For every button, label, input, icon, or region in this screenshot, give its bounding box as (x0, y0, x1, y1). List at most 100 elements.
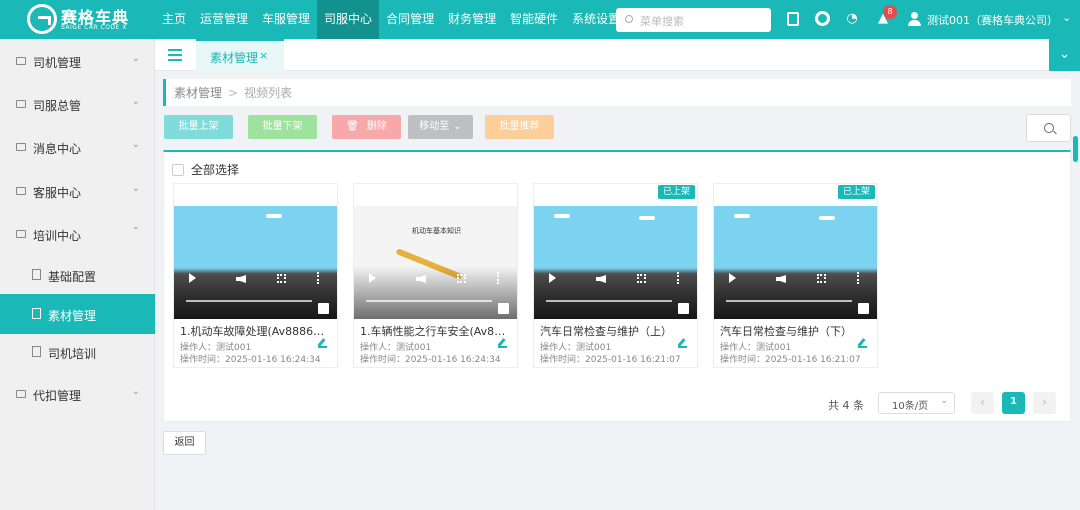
sidebar-item-label: 基础配置 (48, 270, 97, 284)
sidebar-item-training-center[interactable]: 培训中心 ⌃ (0, 214, 155, 254)
folder-icon (16, 100, 26, 108)
video-time: 操作时间：2025-01-16 16:21:07 (540, 355, 681, 365)
menu-toggle-icon[interactable] (168, 49, 182, 61)
video-time: 操作时间：2025-01-16 16:24:34 (180, 355, 321, 365)
batch-publish-button[interactable]: 批量上架 (164, 115, 233, 139)
fullscreen-icon[interactable] (817, 274, 826, 283)
wechat-icon[interactable]: ◔ (844, 11, 860, 27)
nav-home[interactable]: 主页 (155, 0, 193, 39)
video-card[interactable]: 机动车基本知识 1.车辆性能之行车安全(Av845... 操作人：测试001 操… (353, 183, 518, 368)
scrollbar-thumb[interactable] (1073, 136, 1078, 162)
select-all[interactable]: 全部选择 (172, 161, 239, 178)
sidebar-item-label: 消息中心 (33, 142, 82, 156)
video-title: 汽车日常检查与维护（上） (540, 325, 672, 338)
chevron-down-icon[interactable]: ⌄ (1062, 11, 1071, 24)
close-icon[interactable]: × (259, 49, 268, 62)
menu-search-input[interactable]: 菜单搜索 (616, 8, 771, 32)
search-button[interactable] (1026, 114, 1071, 142)
sidebar-item-message-center[interactable]: 消息中心 ⌄ (0, 127, 155, 167)
page-size-select[interactable]: 10条/页 ⌄ (878, 392, 955, 414)
video-player[interactable] (714, 206, 877, 319)
move-to-label: 移动至 (419, 121, 450, 132)
fullscreen-icon[interactable] (637, 274, 646, 283)
nav-operations[interactable]: 运营管理 (193, 0, 255, 39)
sidebar-item-material-management[interactable]: 素材管理 (0, 294, 155, 334)
video-player[interactable]: 机动车基本知识 (354, 206, 517, 319)
sidebar-item-label: 司服总管 (33, 99, 82, 113)
tab-dropdown-button[interactable]: ⌄ (1049, 39, 1080, 71)
batch-unpublish-button[interactable]: 批量下架 (248, 115, 317, 139)
video-card[interactable]: 已上架 汽车日常检查与维护（上） 操作人：测试001 操作时间：2025-01-… (533, 183, 698, 368)
user-name[interactable]: 测试001（赛格车典公司） (927, 12, 1058, 28)
cloud-decoration (734, 214, 750, 218)
next-page-button[interactable]: › (1033, 392, 1056, 414)
chevron-up-icon: ⌃ (131, 226, 140, 237)
logo-icon (27, 4, 57, 34)
page-button-current[interactable]: 1 (1002, 392, 1025, 414)
video-progress-bar[interactable] (726, 300, 852, 302)
brand-subtitle: SAIGE CAR CODE X (61, 24, 127, 31)
video-progress-bar[interactable] (186, 300, 312, 302)
play-icon[interactable] (189, 273, 196, 283)
sidebar-item-deduction-management[interactable]: 代扣管理 ⌄ (0, 374, 155, 414)
chevron-down-icon: ⌄ (131, 53, 140, 64)
sidebar: 司机管理 ⌄ 司服总管 ⌄ 消息中心 ⌄ 客服中心 ⌄ 培训中心 ⌃ 基础配置 … (0, 39, 155, 510)
more-icon[interactable] (497, 272, 499, 284)
sidebar-item-driver-training[interactable]: 司机培训 (0, 332, 155, 372)
video-progress-bar[interactable] (366, 300, 492, 302)
sidebar-item-service-overview[interactable]: 司服总管 ⌄ (0, 84, 155, 124)
video-select-checkbox[interactable] (678, 303, 689, 314)
nav-finance[interactable]: 财务管理 (441, 0, 503, 39)
play-icon[interactable] (549, 273, 556, 283)
sidebar-item-driver-management[interactable]: 司机管理 ⌄ (0, 41, 155, 81)
fullscreen-icon[interactable] (277, 274, 286, 283)
sidebar-item-basic-config[interactable]: 基础配置 (0, 255, 155, 295)
breadcrumb-root[interactable]: 素材管理 (174, 86, 222, 100)
tab-material-management[interactable]: 素材管理 × (196, 39, 284, 71)
status-badge: 已上架 (837, 185, 875, 199)
more-icon[interactable] (317, 272, 319, 284)
delete-label: 删除 (366, 121, 387, 132)
video-player[interactable] (534, 206, 697, 319)
video-card[interactable]: 已上架 汽车日常检查与维护（下） 操作人：测试001 操作时间：2025-01-… (713, 183, 878, 368)
nav-driver-service[interactable]: 司服中心 (317, 0, 380, 39)
edit-icon[interactable] (498, 339, 507, 348)
sidebar-item-label: 代扣管理 (33, 389, 82, 403)
edit-icon[interactable] (318, 339, 327, 348)
prev-page-button[interactable]: ‹ (971, 392, 994, 414)
move-to-dropdown[interactable]: 移动至 ⌄ (408, 115, 473, 139)
nav-hardware[interactable]: 智能硬件 (503, 0, 565, 39)
edit-icon[interactable] (858, 339, 867, 348)
chevron-down-icon: ⌄ (131, 183, 140, 194)
play-icon[interactable] (729, 273, 736, 283)
video-list-panel: 全部选择 1.机动车故障处理(Av88862552... 操作人：测试001 操… (163, 150, 1071, 422)
video-select-checkbox[interactable] (498, 303, 509, 314)
video-card[interactable]: 1.机动车故障处理(Av88862552... 操作人：测试001 操作时间：2… (173, 183, 338, 368)
video-select-checkbox[interactable] (318, 303, 329, 314)
sidebar-item-customer-service[interactable]: 客服中心 ⌄ (0, 171, 155, 211)
video-progress-bar[interactable] (546, 300, 672, 302)
select-all-checkbox[interactable] (172, 164, 184, 176)
batch-recommend-button[interactable]: 批量推荐 (485, 115, 554, 139)
brand-logo[interactable]: 赛格车典 SAIGE CAR CODE X (27, 4, 157, 34)
help-icon[interactable] (815, 11, 830, 26)
chevron-down-icon: ⌄ (940, 396, 948, 406)
back-button[interactable]: 返回 (163, 431, 206, 455)
more-icon[interactable] (857, 272, 859, 284)
nav-contracts[interactable]: 合同管理 (379, 0, 441, 39)
sidebar-item-label: 素材管理 (48, 309, 97, 323)
chevron-down-icon: ⌄ (131, 96, 140, 107)
folder-icon (16, 187, 26, 195)
video-select-checkbox[interactable] (858, 303, 869, 314)
delete-button[interactable]: 🗑 删除 (332, 115, 401, 139)
folder-icon (16, 390, 26, 398)
video-player[interactable] (174, 206, 337, 319)
edit-icon[interactable] (678, 339, 687, 348)
fullscreen-icon[interactable] (457, 274, 466, 283)
search-icon (1044, 123, 1054, 133)
nav-vehicle-service[interactable]: 车服管理 (255, 0, 317, 39)
more-icon[interactable] (677, 272, 679, 284)
play-icon[interactable] (369, 273, 376, 283)
chevron-down-icon: ⌄ (131, 139, 140, 150)
clipboard-icon[interactable] (787, 12, 799, 26)
